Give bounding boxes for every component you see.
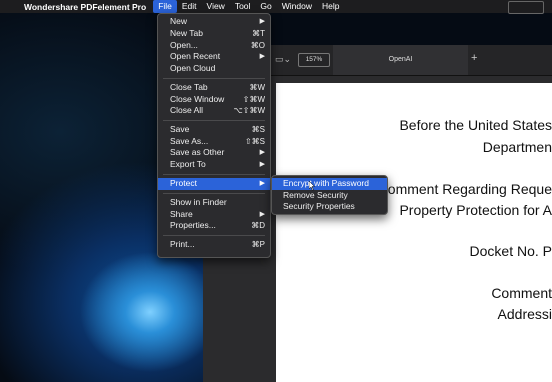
shortcut: ⇧⌘S (244, 137, 265, 146)
doc-line: Comment (491, 285, 552, 301)
menu-help[interactable]: Help (317, 0, 344, 13)
menu-separator (163, 193, 265, 194)
menu-item-label: Save (170, 124, 190, 134)
menu-item-label: Close All (170, 105, 204, 115)
menu-item-close-tab[interactable]: Close Tab ⌘W (158, 82, 270, 94)
menu-item-label: Show in Finder (170, 197, 227, 207)
tab-openai[interactable]: OpenAI (333, 45, 468, 75)
chevron-right-icon: ▶ (259, 53, 265, 60)
menu-item-print[interactable]: Print... ⌘P (158, 239, 270, 251)
shortcut: ⌘D (251, 221, 265, 230)
menu-edit[interactable]: Edit (177, 0, 202, 13)
menu-item-label: Share (170, 209, 193, 219)
menu-item-label: Open... (170, 40, 198, 50)
menu-item-save-as[interactable]: Save As... ⇧⌘S (158, 136, 270, 148)
menu-item-encrypt-with-password[interactable]: Encrypt with Password (272, 178, 387, 190)
menu-item-security-properties[interactable]: Security Properties (272, 201, 387, 213)
doc-line: Departmen (482, 139, 552, 155)
doc-line: Comment Regarding Reque (377, 181, 552, 197)
doc-line: Addressi (497, 306, 552, 322)
chevron-right-icon: ▶ (259, 149, 265, 156)
menu-item-show-in-finder[interactable]: Show in Finder (158, 197, 270, 209)
menu-item-new-tab[interactable]: New Tab ⌘T (158, 28, 270, 40)
status-item[interactable] (508, 1, 544, 14)
menu-item-open-recent[interactable]: Open Recent ▶ (158, 51, 270, 63)
menu-separator (163, 174, 265, 175)
shortcut: ⌘O (250, 41, 265, 50)
menu-item-open[interactable]: Open... ⌘O (158, 40, 270, 52)
shortcut: ⌘P (251, 240, 265, 249)
shortcut: ⌘W (249, 83, 265, 92)
menu-view[interactable]: View (202, 0, 230, 13)
menu-separator (163, 120, 265, 121)
menu-file[interactable]: File (153, 0, 177, 13)
menu-item-save-as-other[interactable]: Save as Other ▶ (158, 147, 270, 159)
doc-line: Property Protection for A (399, 202, 552, 218)
menu-item-close-window[interactable]: Close Window ⇧⌘W (158, 94, 270, 106)
menu-item-label: Remove Security (283, 190, 348, 200)
menu-separator (163, 78, 265, 79)
chevron-right-icon: ▶ (259, 161, 265, 168)
menu-item-label: Open Recent (170, 51, 221, 61)
menu-item-save[interactable]: Save ⌘S (158, 124, 270, 136)
mouse-pointer-icon (309, 181, 315, 191)
doc-line: Before the United States (399, 117, 552, 133)
menu-item-label: Export To (170, 159, 206, 169)
add-tab-button[interactable]: + (471, 52, 477, 64)
menu-item-label: Save as Other (170, 147, 225, 157)
menu-item-properties[interactable]: Properties... ⌘D (158, 220, 270, 232)
protect-submenu: Encrypt with Password Remove Security Se… (271, 175, 388, 215)
doc-line: Docket No. P (469, 243, 552, 259)
menu-item-share[interactable]: Share ▶ (158, 209, 270, 221)
shortcut: ⌘S (251, 125, 265, 134)
chevron-right-icon: ▶ (259, 18, 265, 25)
menu-item-label: New Tab (170, 28, 203, 38)
menu-item-protect[interactable]: Protect ▶ (158, 178, 270, 190)
menu-item-label: Close Tab (170, 82, 208, 92)
menu-item-open-cloud[interactable]: Open Cloud (158, 63, 270, 75)
menu-item-label: Security Properties (283, 201, 355, 211)
app-name[interactable]: Wondershare PDFelement Pro (24, 2, 146, 12)
menu-item-label: Properties... (170, 220, 216, 230)
menu-tool[interactable]: Tool (230, 0, 256, 13)
zoom-select[interactable]: 157% (298, 53, 330, 67)
menu-item-label: Close Window (170, 94, 225, 104)
chevron-right-icon: ▶ (259, 211, 265, 218)
chevron-right-icon: ▶ (259, 180, 265, 187)
menu-separator (163, 235, 265, 236)
shortcut: ⌥⇧⌘W (233, 106, 265, 115)
menu-item-remove-security[interactable]: Remove Security (272, 190, 387, 202)
menu-item-label: New (170, 16, 188, 26)
menu-bar: Wondershare PDFelement Pro File Edit Vie… (0, 0, 552, 14)
menu-item-new[interactable]: New ▶ (158, 16, 270, 28)
menu-item-export-to[interactable]: Export To ▶ (158, 159, 270, 171)
menu-item-label: Print... (170, 239, 195, 249)
menu-item-close-all[interactable]: Close All ⌥⇧⌘W (158, 105, 270, 117)
document-page: Before the United States Departmen Comme… (276, 83, 552, 382)
menu-window[interactable]: Window (277, 0, 317, 13)
menu-item-label: Open Cloud (170, 63, 216, 73)
menu-go[interactable]: Go (255, 0, 276, 13)
shortcut: ⌘T (252, 29, 265, 38)
menu-item-label: Save As... (170, 136, 209, 146)
menu-item-label: Encrypt with Password (283, 178, 369, 188)
file-menu: New ▶ New Tab ⌘T Open... ⌘O Open Recent ▶ Op… (157, 13, 271, 258)
menu-item-label: Protect (170, 178, 197, 188)
page-layout-icon[interactable]: ▭⌄ (275, 54, 293, 66)
shortcut: ⇧⌘W (242, 95, 265, 104)
